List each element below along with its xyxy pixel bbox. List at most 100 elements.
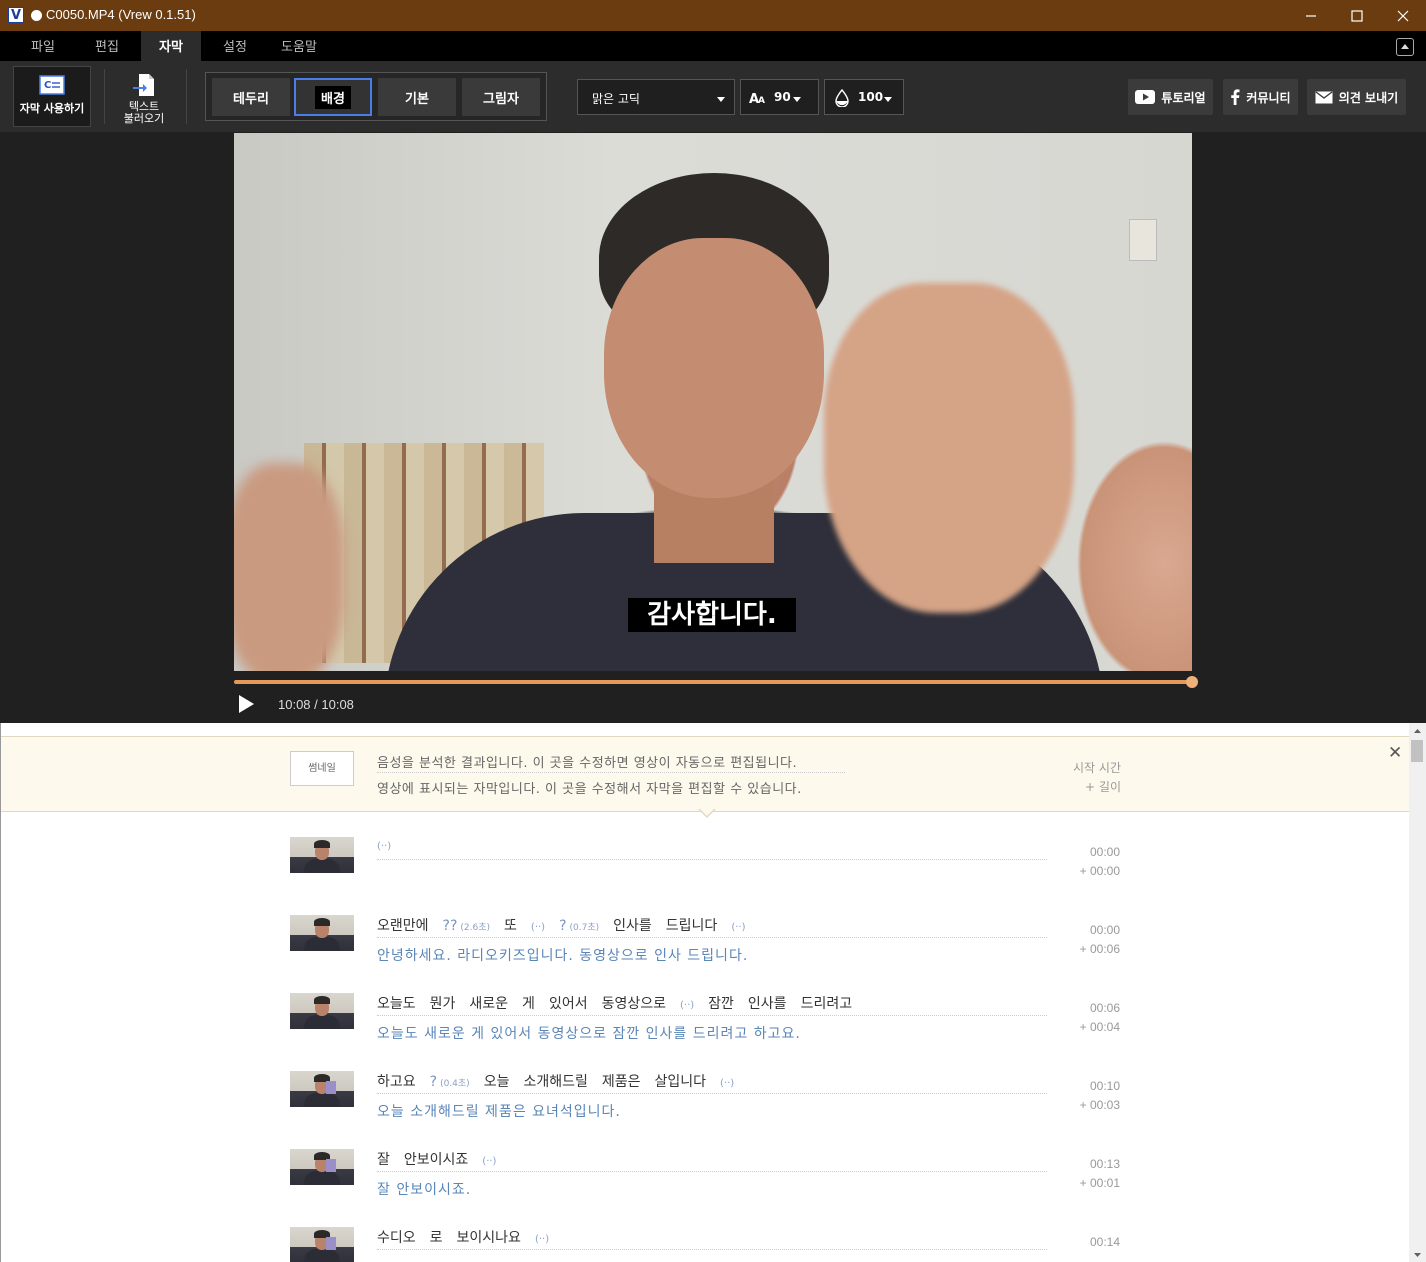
word-token[interactable]: 인사를 xyxy=(748,993,787,1013)
banner-pointer-fill xyxy=(700,809,714,816)
word-token[interactable]: 오랜만에 xyxy=(377,915,429,935)
row-thumbnail[interactable] xyxy=(290,837,354,873)
playback-time: 10:08 / 10:08 xyxy=(278,697,354,712)
word-token[interactable]: 또 xyxy=(504,915,517,935)
font-size-dropdown[interactable]: AA 90 xyxy=(740,79,819,115)
row-thumbnail[interactable] xyxy=(290,1227,354,1262)
close-window-button[interactable] xyxy=(1380,0,1426,31)
word-token[interactable]: 인사를 xyxy=(613,915,652,935)
word-token[interactable]: 제품은 xyxy=(602,1071,641,1091)
word-token[interactable]: 동영상으로 xyxy=(602,993,666,1013)
import-text-button[interactable]: 텍스트 불러오기 xyxy=(112,66,176,127)
pause-marker[interactable]: (··) xyxy=(731,922,745,933)
pause-marker[interactable]: (··) xyxy=(531,922,545,933)
video-preview[interactable] xyxy=(234,133,1192,671)
recognized-words[interactable]: 잘 안보이시죠 (··) xyxy=(377,1149,1047,1172)
transcript-row[interactable]: 수디오 로 보이시나요 (··) 00:14 xyxy=(1,1227,1409,1262)
recognized-words[interactable]: (··) xyxy=(377,837,1047,860)
word-token[interactable]: 드리려고 xyxy=(801,993,853,1013)
transcript-row[interactable]: (··) 00:00 + 00:00 xyxy=(1,837,1409,915)
thumbnail-toggle-button[interactable]: 썸네일 xyxy=(290,751,354,786)
menu-subtitle[interactable]: 자막 xyxy=(141,31,201,61)
silence-gap[interactable]: ?? (2.6초) xyxy=(443,918,491,934)
scrollbar[interactable] xyxy=(1409,723,1426,1262)
pause-marker[interactable]: (··) xyxy=(535,1234,549,1245)
row-thumbnail[interactable] xyxy=(290,1071,354,1107)
collapse-toolbar-button[interactable] xyxy=(1396,38,1414,56)
subtitle-text[interactable]: 안녕하세요. 라디오키즈입니다. 동영상으로 인사 드립니다. xyxy=(377,945,748,965)
word-token[interactable]: 살입니다 xyxy=(655,1071,707,1091)
subtitle-text[interactable]: 오늘 소개해드릴 제품은 요녀석입니다. xyxy=(377,1101,621,1121)
recognized-words[interactable]: 오늘도 뭔가 새로운 게 있어서 동영상으로 (··) 잠깐 인사를 드리려고 xyxy=(377,993,1047,1016)
word-token[interactable]: 보이시나요 xyxy=(457,1227,521,1247)
scroll-up-icon[interactable] xyxy=(1409,724,1426,738)
row-thumbnail[interactable] xyxy=(290,993,354,1029)
silence-gap[interactable]: ? (0.7초) xyxy=(559,918,599,934)
word-text: 오늘 xyxy=(483,1074,510,1090)
word-token[interactable]: 수디오 xyxy=(377,1227,416,1247)
tutorial-button[interactable]: 튜토리얼 xyxy=(1128,79,1213,115)
silence-gap[interactable]: ? (0.4초) xyxy=(430,1074,470,1090)
transcript-row[interactable]: 오늘도 뭔가 새로운 게 있어서 동영상으로 (··) 잠깐 인사를 드리려고 오늘도 새로운 게 … xyxy=(1,993,1409,1071)
start-time: 00:06 xyxy=(1089,1001,1120,1015)
pause-marker[interactable]: (··) xyxy=(720,1078,734,1089)
word-token[interactable]: 있어서 xyxy=(549,993,588,1013)
recognized-words[interactable]: 수디오 로 보이시나요 (··) xyxy=(377,1227,1047,1250)
subtitle-text[interactable]: 오늘도 새로운 게 있어서 동영상으로 잠깐 인사를 드리려고 하고요. xyxy=(377,1023,801,1043)
word-token[interactable]: 잘 xyxy=(377,1149,390,1169)
menu-help[interactable]: 도움말 xyxy=(268,31,330,61)
menu-file[interactable]: 파일 xyxy=(16,31,70,61)
word-token[interactable]: 뭔가 xyxy=(430,993,456,1013)
font-dropdown-value: 맑은 고딕 xyxy=(592,92,640,106)
word-token[interactable]: 오늘 xyxy=(484,1071,510,1091)
chevron-down-icon xyxy=(793,97,801,102)
word-text: ?? xyxy=(442,918,458,934)
menu-bar: 파일 편집 자막 설정 도움말 xyxy=(0,31,1426,61)
minimize-button[interactable] xyxy=(1288,0,1334,31)
play-icon[interactable] xyxy=(239,695,254,713)
close-icon xyxy=(1397,10,1409,21)
menu-settings[interactable]: 설정 xyxy=(208,31,262,61)
word-token[interactable]: 잠깐 xyxy=(708,993,734,1013)
title-bar: V C0050.MP4 (Vrew 0.1.51) xyxy=(0,0,1426,31)
pause-marker[interactable]: (··) xyxy=(482,1156,496,1167)
seek-bar[interactable] xyxy=(234,680,1192,684)
send-feedback-button[interactable]: 의견 보내기 xyxy=(1307,79,1406,115)
word-token[interactable]: 안보이시죠 xyxy=(404,1149,468,1169)
recognized-words[interactable]: 하고요 ? (0.4초) 오늘 소개해드릴 제품은 살입니다 (··) xyxy=(377,1071,1047,1094)
opacity-dropdown[interactable]: 100 xyxy=(824,79,904,115)
menu-edit[interactable]: 편집 xyxy=(80,31,134,61)
subtitle-text[interactable]: 잘 안보이시죠. xyxy=(377,1179,471,1199)
transcript-row[interactable]: 잘 안보이시죠 (··) 잘 안보이시죠. 00:13 + 00:01 xyxy=(1,1149,1409,1227)
row-thumbnail[interactable] xyxy=(290,915,354,951)
close-icon[interactable]: ✕ xyxy=(1388,743,1402,763)
scrollbar-thumb[interactable] xyxy=(1411,740,1423,762)
word-token[interactable]: 새로운 xyxy=(469,993,508,1013)
maximize-button[interactable] xyxy=(1334,0,1380,31)
duration: + 00:04 xyxy=(1079,1020,1120,1034)
word-text: 수디오 xyxy=(377,1230,416,1246)
pause-marker[interactable]: (··) xyxy=(680,1000,694,1011)
font-size-value: 90 xyxy=(774,90,791,104)
transcript-row[interactable]: 하고요 ? (0.4초) 오늘 소개해드릴 제품은 살입니다 (··) 오늘 소개해드릴 제품은… xyxy=(1,1071,1409,1149)
transcript-row[interactable]: 오랜만에 ?? (2.6초) 또 (··) ? (0.7초) 인사를 드립니다 (··) 안녕하세요… xyxy=(1,915,1409,993)
word-token[interactable]: 드립니다 xyxy=(666,915,718,935)
recognized-words[interactable]: 오랜만에 ?? (2.6초) 또 (··) ? (0.7초) 인사를 드립니다 (··) xyxy=(377,915,1047,938)
use-subtitle-button[interactable]: C 자막 사용하기 xyxy=(13,66,91,127)
seek-handle[interactable] xyxy=(1186,676,1198,688)
style-outline-button[interactable]: 테두리 xyxy=(212,78,290,116)
scroll-down-icon[interactable] xyxy=(1409,1248,1426,1262)
community-button[interactable]: 커뮤니티 xyxy=(1223,79,1298,115)
pause-marker[interactable]: (··) xyxy=(377,841,391,852)
word-token[interactable]: 게 xyxy=(522,993,535,1013)
word-token[interactable]: 소개해드릴 xyxy=(523,1071,587,1091)
word-token[interactable]: 로 xyxy=(430,1227,443,1247)
style-shadow-button[interactable]: 그림자 xyxy=(462,78,540,116)
word-token[interactable]: 오늘도 xyxy=(377,993,416,1013)
font-dropdown[interactable]: 맑은 고딕 xyxy=(577,79,735,115)
word-token[interactable]: 하고요 xyxy=(377,1071,416,1091)
style-background-button[interactable]: 배경 xyxy=(294,78,372,116)
word-text: 살입니다 xyxy=(654,1074,707,1090)
row-thumbnail[interactable] xyxy=(290,1149,354,1185)
style-basic-button[interactable]: 기본 xyxy=(378,78,456,116)
